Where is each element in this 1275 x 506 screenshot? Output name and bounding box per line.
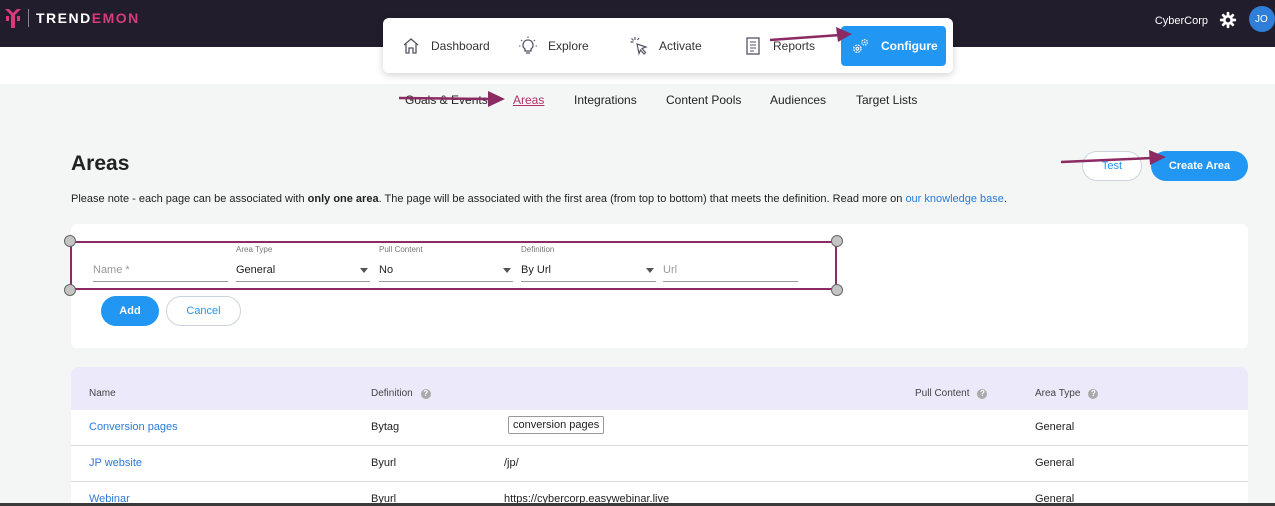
test-button[interactable]: Test: [1082, 151, 1142, 181]
table-row[interactable]: Conversion pages Bytag conversion pages …: [71, 410, 1248, 446]
help-icon[interactable]: ?: [977, 388, 988, 399]
tab-audiences[interactable]: Audiences: [770, 93, 826, 107]
cursor-click-icon: [630, 37, 648, 56]
knowledge-base-link[interactable]: our knowledge base: [905, 193, 1003, 205]
column-header-definition: Definition?: [371, 388, 431, 399]
cancel-button[interactable]: Cancel: [166, 296, 241, 326]
resize-handle[interactable]: [831, 235, 843, 247]
area-name-link[interactable]: Conversion pages: [89, 421, 178, 433]
report-icon: [746, 37, 760, 55]
nav-label: Configure: [881, 39, 938, 53]
lightbulb-icon: [519, 36, 537, 54]
page-title: Areas: [71, 152, 130, 175]
table-row[interactable]: JP website Byurl /jp/ General: [71, 446, 1248, 482]
nav-item-reports[interactable]: Reports: [743, 26, 833, 66]
avatar-initials: JO: [1255, 13, 1268, 25]
column-header-name: Name: [89, 388, 116, 399]
add-button[interactable]: Add: [101, 296, 159, 326]
nav-label: Dashboard: [431, 39, 490, 53]
trendemon-logo-icon: [5, 9, 21, 28]
logo-divider: [28, 9, 29, 27]
brand-name: TRENDEMON: [36, 10, 140, 26]
tab-integrations[interactable]: Integrations: [574, 93, 637, 107]
gear-icon[interactable]: [1219, 11, 1237, 29]
definition-tag: conversion pages: [508, 416, 605, 434]
gears-icon: [853, 39, 868, 53]
table-header: Name Definition? Pull Content? Area Type…: [71, 367, 1248, 410]
nav-item-activate[interactable]: Activate: [629, 26, 719, 66]
nav-label: Activate: [659, 39, 702, 53]
user-avatar[interactable]: JO: [1249, 6, 1275, 32]
sub-nav: Goals & Events Areas Integrations Conten…: [0, 93, 1275, 109]
column-header-pull-content: Pull Content?: [915, 388, 988, 399]
column-header-area-type: Area Type?: [1035, 388, 1099, 399]
resize-handle[interactable]: [64, 284, 76, 296]
tab-goals-events[interactable]: Goals & Events: [405, 93, 488, 107]
area-type-cell: General: [1035, 421, 1075, 433]
area-name-link[interactable]: JP website: [89, 457, 142, 469]
resize-handle[interactable]: [64, 235, 76, 247]
area-type-cell: General: [1035, 457, 1075, 469]
nav-item-explore[interactable]: Explore: [518, 26, 608, 66]
definition-cell: Bytag: [371, 421, 400, 433]
area-note: Please note - each page can be associate…: [71, 193, 1007, 205]
main-nav: Dashboard Explore Activate Reports Confi…: [383, 18, 953, 73]
tab-areas[interactable]: Areas: [513, 93, 544, 107]
nav-item-configure[interactable]: Configure: [841, 26, 946, 66]
help-icon[interactable]: ?: [1088, 388, 1099, 399]
org-name[interactable]: CyberCorp: [1155, 15, 1208, 27]
tab-target-lists[interactable]: Target Lists: [856, 93, 917, 107]
tab-content-pools[interactable]: Content Pools: [666, 93, 741, 107]
create-area-button[interactable]: Create Area: [1151, 151, 1248, 181]
brand-logo[interactable]: TRENDEMON: [4, 7, 140, 29]
help-icon[interactable]: ?: [420, 388, 431, 399]
resize-handle[interactable]: [831, 284, 843, 296]
areas-table: Name Definition? Pull Content? Area Type…: [71, 367, 1248, 506]
annotation-highlight: [70, 241, 837, 290]
definition-value: /jp/: [504, 457, 519, 469]
home-icon: [403, 38, 419, 54]
nav-item-dashboard[interactable]: Dashboard: [401, 26, 501, 66]
definition-cell: Byurl: [371, 457, 397, 469]
nav-label: Reports: [773, 39, 816, 53]
nav-label: Explore: [548, 39, 589, 53]
